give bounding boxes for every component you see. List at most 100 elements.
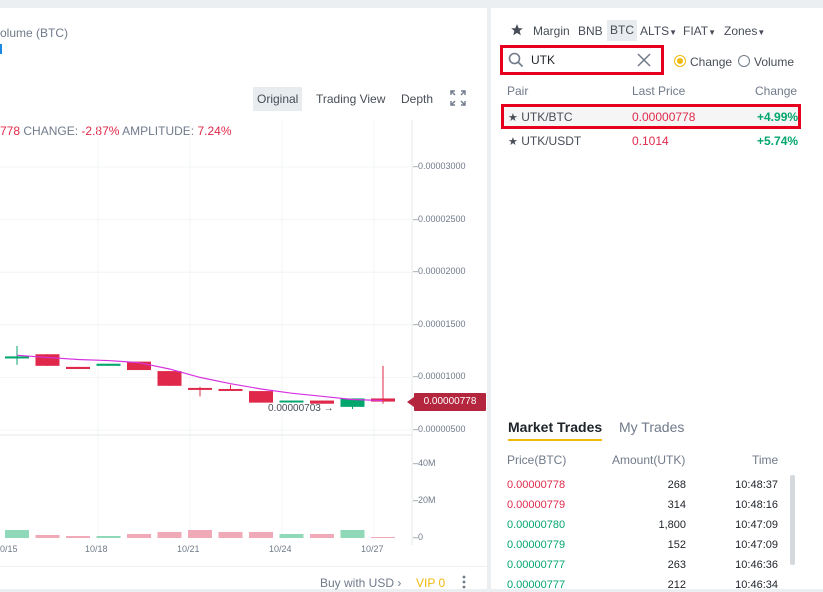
- radio-dot: [677, 58, 683, 64]
- volume-bar: [35, 535, 60, 538]
- market-alts-label: ALTS: [640, 24, 670, 38]
- trade-price: 0.00000779: [507, 499, 566, 511]
- market-bnb[interactable]: BNB: [578, 24, 603, 38]
- trade-time: 10:48:37: [735, 479, 778, 491]
- tab-depth[interactable]: Depth: [397, 87, 437, 111]
- market-alts[interactable]: ALTS▼: [640, 24, 677, 38]
- price-tick-label: –0.00000500: [413, 424, 466, 434]
- volume-bar: [218, 532, 243, 538]
- trade-time: 10:46:36: [735, 559, 778, 571]
- pair-name: ★ UTK/USDT: [508, 134, 581, 148]
- tab-market-trades[interactable]: Market Trades: [508, 419, 602, 435]
- trade-amount: 314: [667, 499, 686, 511]
- buy-with-usd-link[interactable]: Buy with USD ›: [320, 576, 401, 590]
- price-tick-label: –0.00003000: [413, 161, 466, 171]
- caret-down-icon: ▼: [669, 28, 678, 37]
- price-tick-label: –0.00001500: [413, 319, 466, 329]
- price-tick-label: –0.00001000: [413, 371, 466, 381]
- price-tick-label: –0.00002000: [413, 266, 466, 276]
- tab-active-underline: [508, 439, 602, 441]
- pair-price: 0.1014: [632, 134, 669, 148]
- volume-bar: [279, 534, 304, 538]
- volume-tick-label: –20M: [413, 495, 436, 505]
- pair-label: UTK/USDT: [521, 134, 582, 148]
- header-trade-amount: Amount(UTK): [612, 453, 686, 467]
- header-pair[interactable]: Pair: [507, 84, 528, 98]
- footer-divider: [0, 566, 487, 567]
- chevron-right-icon: ›: [397, 576, 402, 590]
- low-marker-value: 0.00000703: [268, 403, 321, 414]
- favorites-star-icon[interactable]: [510, 23, 524, 37]
- trade-amount: 152: [667, 539, 686, 551]
- tab-trading-view[interactable]: Trading View: [312, 87, 389, 111]
- star-icon[interactable]: ★: [508, 112, 518, 124]
- trade-price: 0.00000779: [507, 539, 566, 551]
- trade-time: 10:48:16: [735, 499, 778, 511]
- volume-bar: [66, 536, 90, 538]
- current-price-tag: 0.00000778: [414, 393, 486, 411]
- candlestick-chart: [0, 120, 413, 545]
- vip-badge[interactable]: VIP 0: [416, 576, 445, 590]
- trade-time: 10:47:09: [735, 539, 778, 551]
- market-btc[interactable]: BTC: [607, 20, 637, 41]
- radio-change[interactable]: [674, 55, 686, 67]
- trade-price: 0.00000778: [507, 479, 566, 491]
- trade-time: 10:47:09: [735, 519, 778, 531]
- candle-body: [188, 387, 212, 390]
- volume-bar: [249, 532, 273, 538]
- volume-bar: [310, 534, 334, 538]
- volume-indicator: [0, 44, 2, 54]
- low-marker: 0.00000703 →: [268, 403, 334, 414]
- trade-price: 0.00000777: [507, 559, 566, 571]
- volume-label: olume (BTC): [0, 26, 69, 40]
- date-tick-label: 0/15: [0, 544, 18, 554]
- trade-price: 0.00000777: [507, 579, 566, 591]
- candle-body: [5, 356, 29, 359]
- buy-with-usd-label: Buy with USD: [320, 576, 395, 590]
- market-zones-label: Zones: [724, 24, 758, 38]
- market-zones[interactable]: Zones▼: [724, 24, 765, 38]
- header-trade-time: Time: [752, 453, 779, 467]
- pair-name: ★ UTK/BTC: [508, 110, 573, 124]
- volume-bar: [96, 536, 121, 538]
- caret-down-icon: ▼: [757, 28, 766, 37]
- trades-scrollbar[interactable]: [790, 475, 795, 565]
- clear-search-icon[interactable]: [637, 53, 651, 67]
- pair-label: UTK/BTC: [521, 110, 573, 124]
- trade-time: 10:46:34: [735, 579, 778, 591]
- trade-amount: 1,800: [658, 519, 686, 531]
- pair-price: 0.00000778: [632, 110, 696, 124]
- fullscreen-icon[interactable]: [450, 90, 466, 106]
- arrow-right-icon: →: [323, 403, 334, 414]
- caret-down-icon: ▼: [708, 28, 717, 37]
- volume-bar: [371, 537, 395, 538]
- pair-change: +4.99%: [757, 110, 799, 124]
- trade-amount: 263: [667, 559, 686, 571]
- volume-bar: [188, 530, 212, 538]
- candle-body: [157, 371, 182, 386]
- market-fiat[interactable]: FIAT▼: [683, 24, 716, 38]
- trade-price: 0.00000780: [507, 519, 566, 531]
- star-icon[interactable]: ★: [508, 136, 518, 148]
- volume-bar: [5, 530, 29, 538]
- candle-body: [96, 363, 121, 366]
- header-last-price[interactable]: Last Price: [632, 84, 685, 98]
- pair-change: +5.74%: [757, 134, 799, 148]
- volume-tick-label: –40M: [413, 458, 436, 468]
- market-margin[interactable]: Margin: [533, 24, 570, 38]
- radio-volume[interactable]: [738, 55, 750, 67]
- search-input[interactable]: UTK: [531, 53, 555, 67]
- volume-bar: [157, 532, 182, 538]
- search-icon: [508, 52, 524, 68]
- candle-body: [218, 388, 243, 391]
- tab-my-trades[interactable]: My Trades: [619, 419, 684, 435]
- tab-original[interactable]: Original: [253, 87, 303, 111]
- header-trade-price: Price(BTC): [507, 453, 567, 467]
- more-icon[interactable]: [459, 574, 469, 589]
- market-fiat-label: FIAT: [683, 24, 709, 38]
- header-change[interactable]: Change: [755, 84, 797, 98]
- radio-change-label[interactable]: Change: [690, 55, 732, 69]
- price-tag-arrow: [407, 397, 414, 407]
- volume-tick-label: –0: [413, 532, 424, 542]
- radio-volume-label[interactable]: Volume: [754, 55, 794, 69]
